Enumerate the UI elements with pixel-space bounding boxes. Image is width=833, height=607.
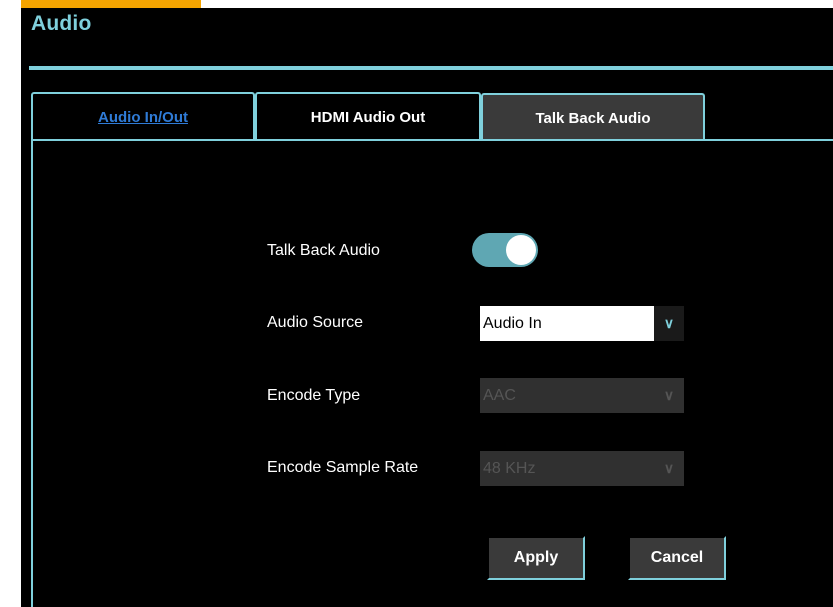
encode-sample-rate-value: 48 KHz <box>480 451 654 486</box>
talk-back-audio-toggle[interactable] <box>472 233 538 267</box>
tab-bar: Audio In/Out HDMI Audio Out Talk Back Au… <box>31 92 833 141</box>
encode-type-select: AAC ∨ <box>480 378 684 413</box>
tab-audio-in-out[interactable]: Audio In/Out <box>31 92 255 141</box>
encode-type-label: Encode Type <box>267 387 361 404</box>
left-margin <box>0 0 21 607</box>
audio-settings-panel: Audio Audio In/Out HDMI Audio Out Talk B… <box>21 8 833 607</box>
chevron-down-icon: ∨ <box>654 451 684 486</box>
talk-back-audio-label: Talk Back Audio <box>267 242 380 259</box>
audio-source-value: Audio In <box>480 306 654 341</box>
apply-button[interactable]: Apply <box>487 536 585 580</box>
audio-source-select[interactable]: Audio In ∨ <box>480 306 684 341</box>
cancel-button[interactable]: Cancel <box>628 536 726 580</box>
encode-type-value: AAC <box>480 378 654 413</box>
tab-hdmi-audio-out[interactable]: HDMI Audio Out <box>255 92 481 141</box>
chevron-down-icon: ∨ <box>654 378 684 413</box>
audio-source-label: Audio Source <box>267 314 364 331</box>
encode-sample-rate-label: Encode Sample Rate <box>267 459 419 476</box>
toggle-knob <box>506 235 536 265</box>
brand-accent-bar <box>21 0 201 8</box>
page-title: Audio <box>31 12 92 35</box>
chevron-down-icon: ∨ <box>654 306 684 341</box>
tab-talk-back-audio[interactable]: Talk Back Audio <box>481 93 705 141</box>
encode-sample-rate-select: 48 KHz ∨ <box>480 451 684 486</box>
title-divider <box>29 66 833 70</box>
